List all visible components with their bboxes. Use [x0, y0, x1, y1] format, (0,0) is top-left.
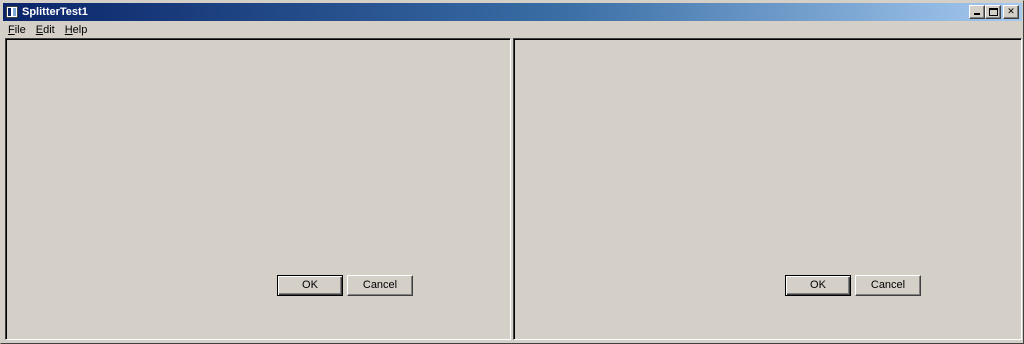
menu-file-accel: F [8, 24, 15, 36]
close-button[interactable]: ✕ [1003, 5, 1019, 19]
menu-help-label: elp [72, 24, 88, 36]
window-title: SplitterTest1 [22, 6, 88, 18]
menu-help-accel: H [64, 24, 73, 36]
menu-edit[interactable]: Edit [31, 23, 60, 37]
menu-file[interactable]: File [3, 23, 31, 37]
app-window-icon[interactable] [6, 6, 18, 18]
menu-file-label: ile [14, 24, 26, 36]
cancel-button-right[interactable]: Cancel [855, 275, 921, 296]
window-controls: ✕ [969, 5, 1019, 19]
splitter-pane-left: OK Cancel [5, 38, 511, 340]
ok-button-left[interactable]: OK [277, 275, 343, 296]
close-icon: ✕ [1007, 7, 1015, 17]
maximize-icon [989, 8, 998, 16]
cancel-button-left[interactable]: Cancel [347, 275, 413, 296]
maximize-button[interactable] [985, 5, 1001, 19]
menu-help[interactable]: Help [60, 23, 93, 37]
minimize-button[interactable] [969, 5, 985, 19]
menu-edit-accel: E [35, 24, 44, 36]
splitter-pane-right: OK Cancel [513, 38, 1022, 340]
menu-edit-label: dit [43, 24, 55, 36]
ok-button-right[interactable]: OK [785, 275, 851, 296]
app-window: SplitterTest1 ✕ File Edit Help OK Cancel… [0, 0, 1024, 344]
minimize-icon [974, 13, 980, 15]
menu-bar: File Edit Help [3, 22, 92, 38]
title-bar[interactable]: SplitterTest1 ✕ [3, 3, 1022, 21]
